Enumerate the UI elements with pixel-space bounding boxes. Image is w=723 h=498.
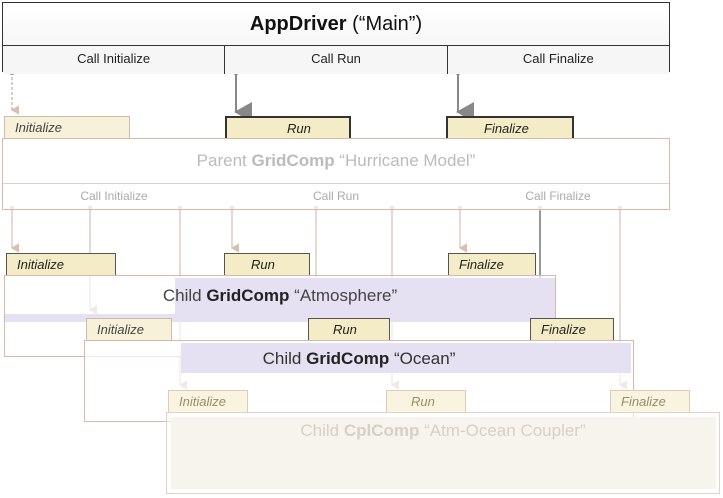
parent-tab-run: Run (225, 116, 351, 138)
parent-tab-finalize: Finalize (446, 116, 574, 138)
appdriver-calls-row: Call Initialize Call Run Call Finalize (3, 45, 669, 74)
ocean-tab-initialize: Initialize (86, 318, 172, 340)
coupler-cplcomp-box: Child CplComp “Atm-Ocean Coupler” (166, 412, 720, 494)
driver-call-run: Call Run (225, 46, 448, 74)
parent-tab-initialize: Initialize (4, 116, 130, 138)
atmosphere-tab-run: Run (224, 253, 310, 275)
parent-call-initialize: Call Initialize (80, 189, 148, 203)
atmosphere-gridcomp-title: Child GridComp “Atmosphere” (162, 286, 398, 305)
coupler-tab-run: Run (386, 390, 466, 412)
ocean-tab-run: Run (308, 318, 390, 340)
parent-gridcomp-box: Parent GridComp “Hurricane Model” Call I… (2, 138, 670, 210)
ocean-gridcomp-title: Child GridComp “Ocean” (262, 349, 456, 368)
ocean-tab-finalize: Finalize (530, 318, 614, 340)
coupler-tab-finalize: Finalize (610, 390, 690, 412)
driver-call-finalize: Call Finalize (447, 46, 669, 74)
ocean-gridcomp-box: Child GridComp “Ocean” (84, 340, 634, 422)
coupler-cplcomp-title: Child CplComp “Atm-Ocean Coupler” (300, 421, 586, 440)
appdriver-title: AppDriver (“Main”) (249, 13, 423, 35)
parent-call-run: Call Run (312, 189, 360, 203)
atmosphere-tab-initialize: Initialize (6, 253, 116, 275)
coupler-tab-initialize: Initialize (168, 390, 248, 412)
parent-call-finalize: Call Finalize (525, 189, 591, 203)
atmosphere-tab-finalize: Finalize (448, 253, 536, 275)
driver-call-initialize: Call Initialize (3, 46, 226, 74)
parent-calls-row: Call Initialize Call Run Call Finalize (3, 183, 669, 208)
parent-gridcomp-title: Parent GridComp “Hurricane Model” (196, 151, 476, 170)
appdriver-box: AppDriver (“Main”) Call Initialize Call … (2, 2, 670, 74)
